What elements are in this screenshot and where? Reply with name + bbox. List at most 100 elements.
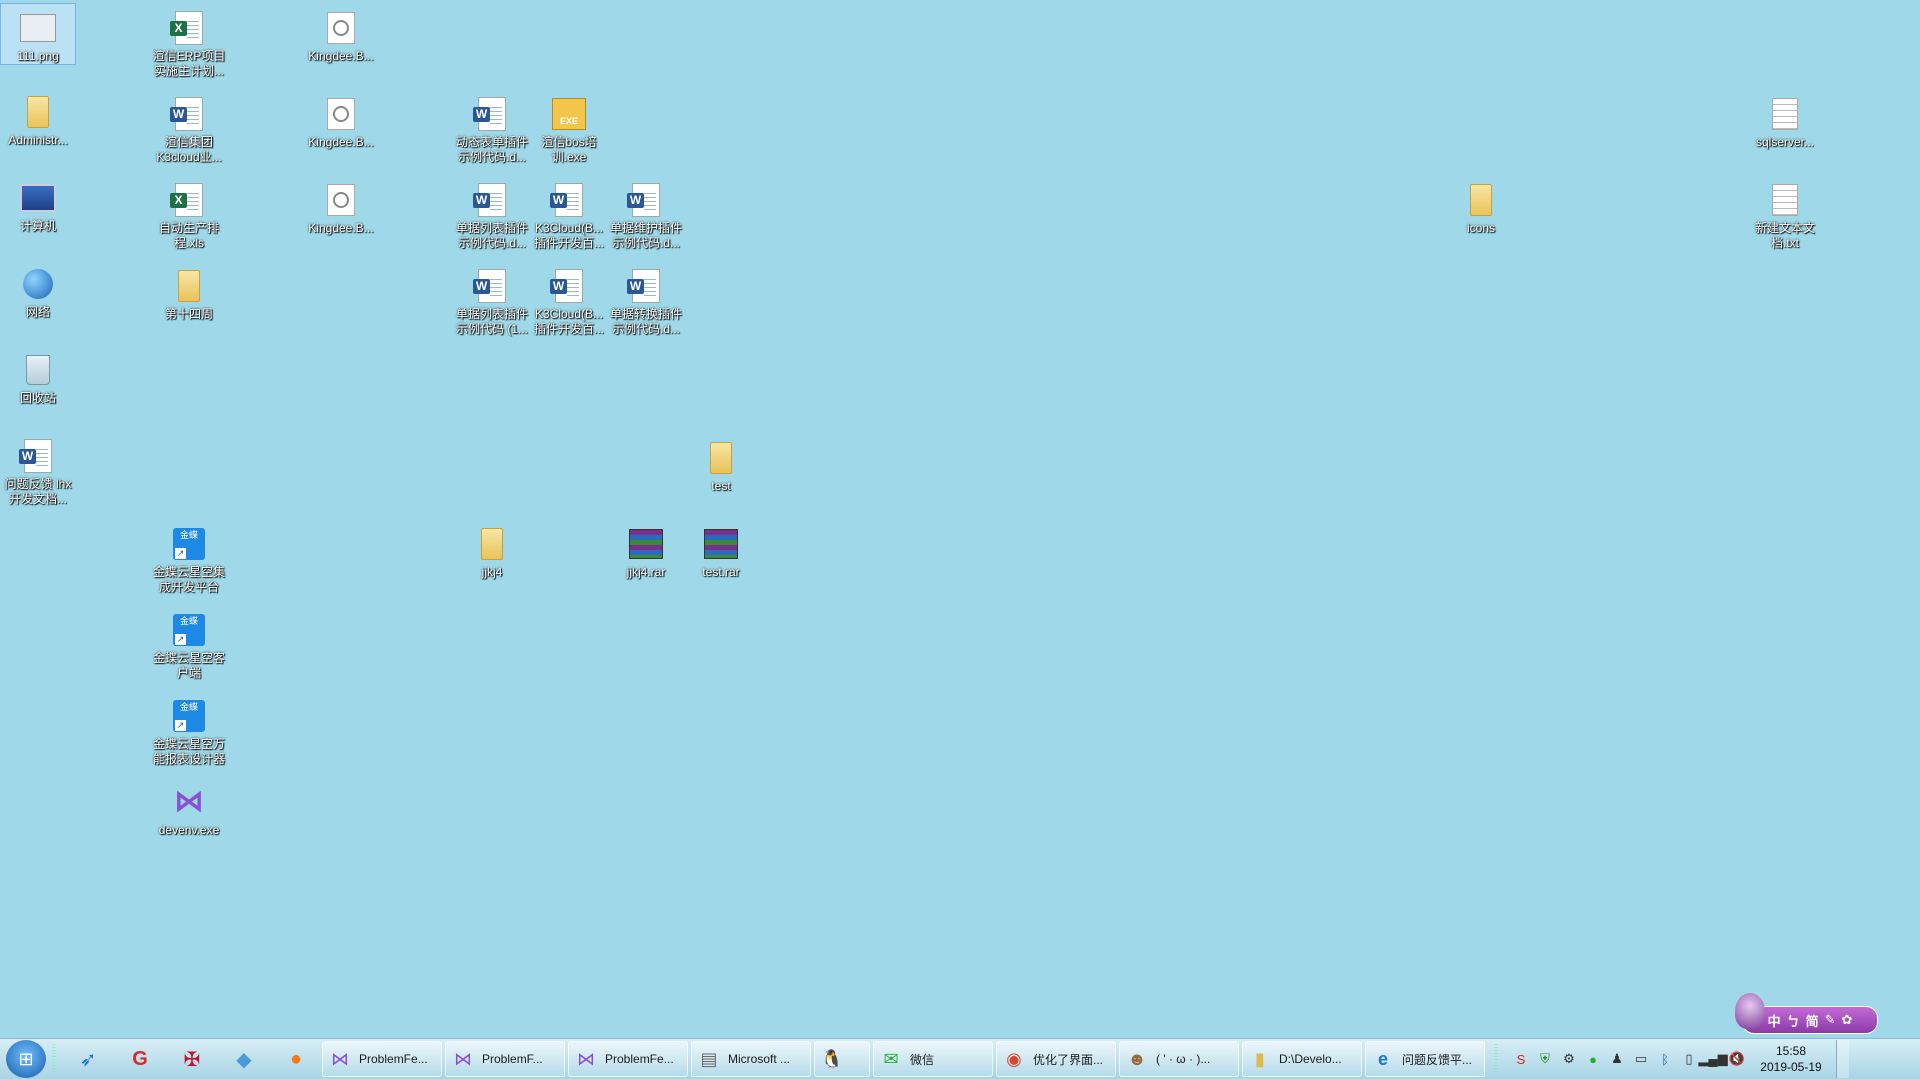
icon-label: Kingdee.B... <box>308 135 374 149</box>
folder-icon <box>171 268 207 304</box>
desktop-icon-jjkj4-folder[interactable]: jjkj4 <box>455 520 529 580</box>
pinned-app-diamond[interactable]: ◆ <box>218 1040 270 1078</box>
power-icon[interactable]: ▯ <box>1680 1050 1698 1068</box>
task-microsoft[interactable]: ▤ Microsoft ... <box>691 1041 811 1077</box>
chrome-icon: ◉ <box>1006 1048 1022 1069</box>
ime-settings-icon[interactable]: ✿ <box>1842 1012 1853 1028</box>
ime-bopomofo-mode[interactable]: ㄅ <box>1787 1011 1800 1030</box>
kingdee-file-icon <box>323 10 359 46</box>
ime-language-bar[interactable]: 中 ㄅ 简 ✎ ✿ <box>1735 993 1878 1034</box>
clock[interactable]: 15:58 2019-05-19 <box>1752 1043 1830 1075</box>
task-chrome[interactable]: ◉ 优化了界面... <box>996 1041 1116 1077</box>
clock-date: 2019-05-19 <box>1760 1060 1822 1074</box>
wechat-tray-icon[interactable]: ● <box>1584 1050 1602 1068</box>
desktop-icon-dynamic-form-doc[interactable]: W 动态表单插件 示例代码.d... <box>455 90 529 165</box>
desktop-icon-k3cloud-doc-1[interactable]: W K3Cloud(B... 插件开发百... <box>532 176 606 251</box>
ime-pen-icon[interactable]: ✎ <box>1825 1012 1836 1028</box>
volume-muted-icon[interactable]: 🔇 <box>1728 1050 1746 1068</box>
desktop-icon-test-rar[interactable]: test.rar <box>684 520 758 580</box>
desktop-icon-kd-client[interactable]: 金蝶 金蝶云星空客 户端 <box>152 606 226 681</box>
task-problemfe-1[interactable]: ⋈ ProblemFe... <box>322 1041 442 1077</box>
network-tray-icon[interactable]: ⚙ <box>1560 1050 1578 1068</box>
monitor-icon[interactable]: ▭ <box>1632 1050 1650 1068</box>
qq-tray-icon[interactable]: ♟ <box>1608 1050 1626 1068</box>
ime-mascot-icon <box>1735 993 1765 1029</box>
signal-icon[interactable]: ▂▄▆ <box>1698 1050 1727 1068</box>
pinned-app-feather[interactable]: ➶ <box>62 1040 114 1078</box>
desktop-icon-kd-integration[interactable]: 金蝶 金蝶云星空集 成开发平台 <box>152 520 226 595</box>
desktop-icon-auto-schedule[interactable]: X 自动生产排 程.xls <box>152 176 226 251</box>
security-shield-icon[interactable]: ⛨ <box>1536 1050 1554 1068</box>
desktop-icon-devenv[interactable]: ⋈ devenv.exe <box>152 778 226 838</box>
desktop-icon-sqlserver[interactable]: sqlserver... <box>1748 90 1822 150</box>
user-folder-icon <box>20 94 56 130</box>
visual-studio-icon: ⋈ <box>331 1048 349 1069</box>
desktop-icon-list-plugin-doc[interactable]: W 单据列表插件 示例代码.d... <box>455 176 529 251</box>
desktop-icon-list-plugin-doc-1[interactable]: W 单据列表插件 示例代码 (1... <box>455 262 529 337</box>
desktop-icon-feedback-doc[interactable]: W 问题反馈 lhx 开发文档... <box>1 432 75 507</box>
icon-label: 新建文本文 档.txt <box>1754 221 1815 250</box>
avatar-icon: ☻ <box>1127 1048 1147 1069</box>
desktop-icon-jjkj4-rar[interactable]: jjkj4.rar <box>609 520 683 580</box>
desktop-icon-erp-plan[interactable]: X 渲信ERP项目 实施主计划... <box>152 4 226 79</box>
icon-label: 金蝶云星空集 成开发平台 <box>152 565 225 594</box>
word-document-icon: W <box>550 182 587 218</box>
icon-label: Kingdee.B... <box>308 221 374 235</box>
tray-grip[interactable] <box>1494 1044 1498 1074</box>
exe-file-icon: EXE <box>551 96 587 132</box>
folder-icon <box>474 526 510 562</box>
desktop-icon-convert-plugin-doc[interactable]: W 单据转换插件 示例代码.d... <box>609 262 683 337</box>
task-qq[interactable]: 🐧 <box>814 1041 870 1077</box>
feather-icon: ➶ <box>79 1048 97 1071</box>
ime-chinese-mode[interactable]: 中 <box>1768 1011 1781 1030</box>
icon-label: 单据转换插件 示例代码.d... <box>609 307 682 336</box>
task-problemfe-2[interactable]: ⋈ ProblemF... <box>445 1041 565 1077</box>
pinned-app-red[interactable]: ✠ <box>166 1040 218 1078</box>
pinned-app-g[interactable]: G <box>114 1040 166 1078</box>
task-label: 问题反馈平... <box>1402 1052 1473 1067</box>
text-file-icon <box>1767 182 1803 218</box>
word-document-icon: W <box>473 182 510 218</box>
sogou-icon[interactable]: S <box>1512 1050 1530 1068</box>
desktop-icon-recycle-bin[interactable]: 回收站 <box>1 346 75 406</box>
recycle-bin-icon <box>20 352 56 388</box>
task-wechat[interactable]: ✉ 微信 <box>873 1041 993 1077</box>
icon-label: 动态表单插件 示例代码.d... <box>455 135 528 164</box>
task-chat-window[interactable]: ☻ ( ' · ω · )... <box>1119 1041 1239 1077</box>
kingdee-file-icon <box>323 96 359 132</box>
image-file-icon <box>20 10 56 46</box>
desktop-icon-week14-folder[interactable]: 第十四周 <box>152 262 226 322</box>
desktop-icon-k3cloud-group[interactable]: W 渲信集团 K3cloud业... <box>152 90 226 165</box>
pinned-app-orange[interactable]: ● <box>270 1040 322 1078</box>
desktop-icon-network[interactable]: 网络 <box>1 260 75 320</box>
task-label: 微信 <box>910 1052 935 1067</box>
desktop-icon-maint-plugin-doc[interactable]: W 单据维护插件 示例代码.d... <box>609 176 683 251</box>
icon-label: Kingdee.B... <box>308 49 374 63</box>
ssms-icon: ▤ <box>700 1048 718 1069</box>
icon-label: 单据维护插件 示例代码.d... <box>609 221 682 250</box>
task-ie[interactable]: e 问题反馈平... <box>1365 1041 1485 1077</box>
visual-studio-icon: ⋈ <box>174 785 204 818</box>
desktop-icon-test-folder[interactable]: test <box>684 434 758 494</box>
desktop-icon-kingdee-2[interactable]: Kingdee.B... <box>304 90 378 150</box>
desktop-icon-bos-training-exe[interactable]: EXE 渲信bos培 训.exe <box>532 90 606 165</box>
desktop-icon-computer[interactable]: 计算机 <box>1 174 75 234</box>
show-desktop-button[interactable] <box>1836 1040 1849 1078</box>
bluetooth-icon[interactable]: ᛒ <box>1656 1050 1674 1068</box>
taskbar-grip[interactable] <box>52 1044 56 1074</box>
icon-label: 单据列表插件 示例代码.d... <box>455 221 528 250</box>
icon-label: test.rar <box>702 565 740 579</box>
desktop-icon-new-text-file[interactable]: 新建文本文 档.txt <box>1748 176 1822 251</box>
desktop-icon-kingdee-3[interactable]: Kingdee.B... <box>304 176 378 236</box>
start-button[interactable]: ⊞ <box>6 1040 46 1078</box>
desktop-icon-administrator[interactable]: Administr... <box>1 88 75 148</box>
desktop-icon-icons-folder[interactable]: icons <box>1444 176 1518 236</box>
desktop-icon-111-png[interactable]: 111.png <box>0 3 76 65</box>
task-explorer[interactable]: ▮ D:\Develo... <box>1242 1041 1362 1077</box>
task-problemfe-3[interactable]: ⋈ ProblemFe... <box>568 1041 688 1077</box>
ime-simplified-mode[interactable]: 简 <box>1806 1011 1819 1030</box>
desktop-icon-kingdee-1[interactable]: Kingdee.B... <box>304 4 378 64</box>
desktop-icon-kd-report[interactable]: 金蝶 金蝶云星空万 能报表设计器 <box>152 692 226 767</box>
desktop-icon-k3cloud-doc-2[interactable]: W K3Cloud(B... 插件开发百... <box>532 262 606 337</box>
icon-label: 111.png <box>17 49 59 63</box>
